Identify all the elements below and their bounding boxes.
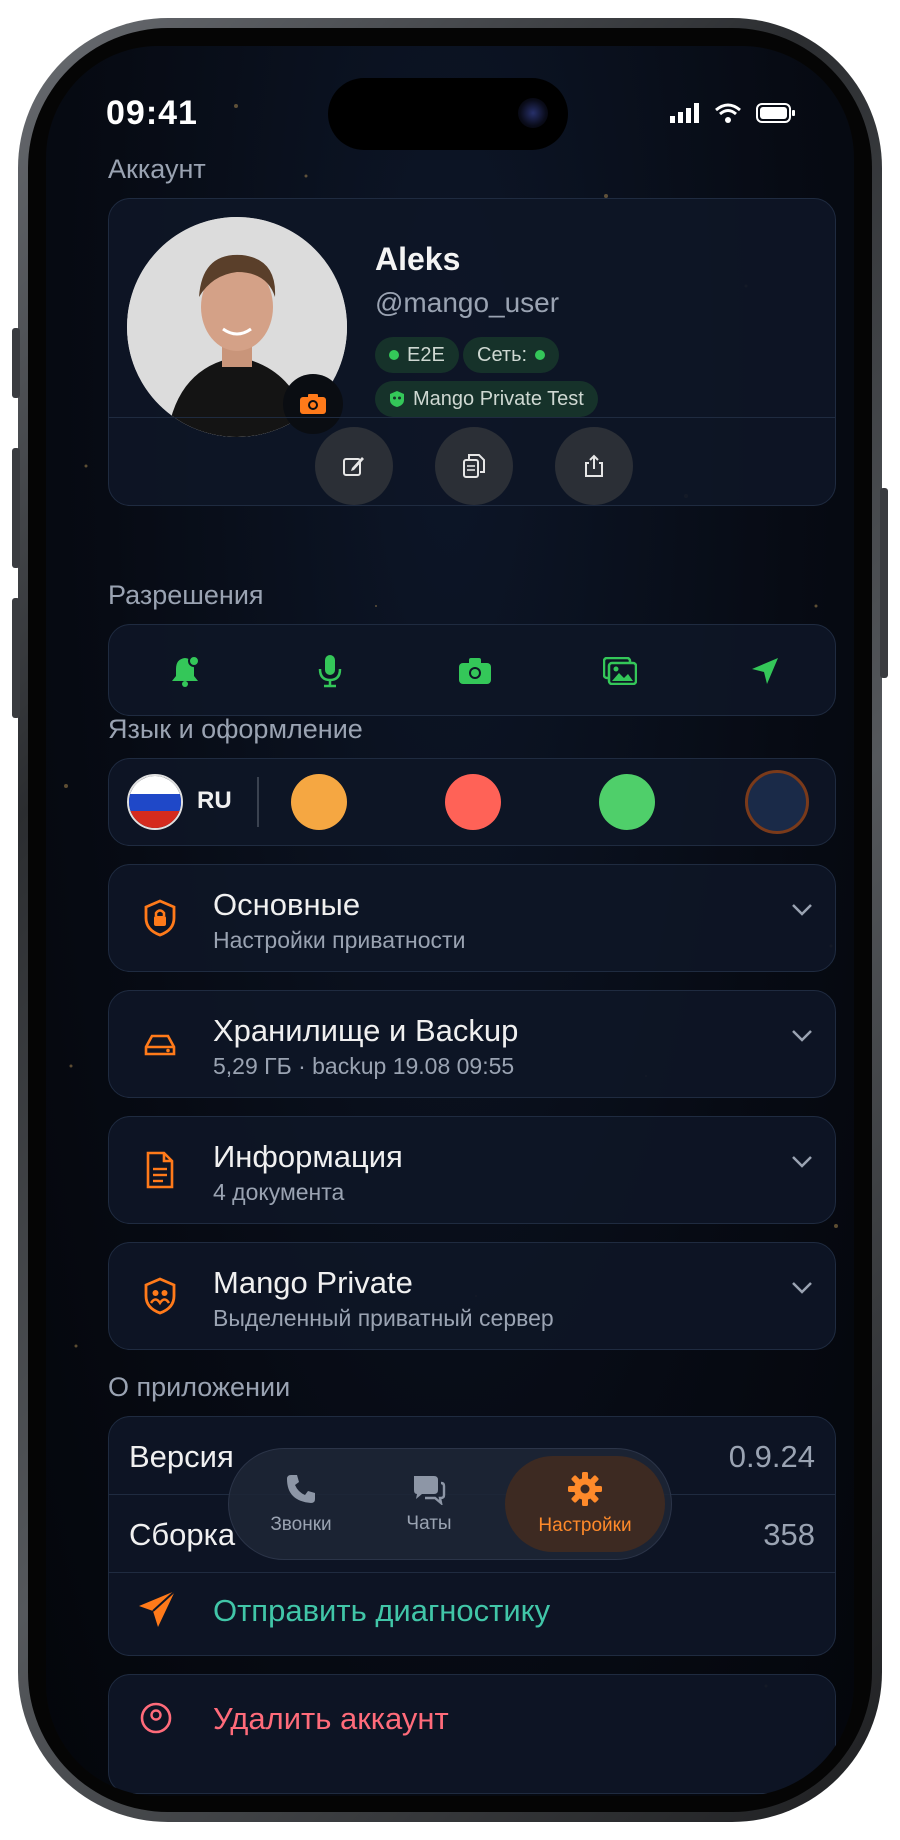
server-icon — [390, 391, 404, 407]
front-camera — [518, 98, 548, 128]
share-icon — [585, 454, 603, 477]
tab-label: Звонки — [270, 1514, 332, 1535]
section-title-appearance: Язык и оформление — [108, 714, 363, 744]
row-title: Mango Private — [213, 1265, 413, 1300]
microphone-icon — [318, 655, 342, 688]
chevron-down-icon — [792, 1282, 812, 1294]
camera-icon — [300, 394, 326, 414]
divider — [109, 1572, 835, 1573]
send-icon — [139, 1590, 176, 1627]
tab-calls[interactable]: Звонки — [231, 1449, 371, 1559]
edit-profile-button[interactable] — [315, 427, 393, 505]
profile-username: @mango_user — [375, 287, 560, 318]
theme-orange-swatch[interactable] — [291, 774, 347, 830]
camera-permission-button[interactable] — [451, 647, 499, 695]
document-icon — [137, 1147, 183, 1193]
notifications-permission-button[interactable] — [161, 647, 209, 695]
volume-up-button — [12, 448, 20, 568]
divider — [109, 417, 835, 418]
section-title-about: О приложении — [108, 1372, 291, 1402]
change-photo-button[interactable] — [283, 374, 343, 434]
wifi-icon — [715, 103, 741, 123]
location-arrow-icon — [752, 658, 778, 684]
tab-bar: Звонки Чаты Настройки — [228, 1448, 672, 1560]
location-permission-button[interactable] — [741, 647, 789, 695]
tab-chats[interactable]: Чаты — [359, 1449, 499, 1559]
battery-icon — [756, 103, 795, 123]
divider — [257, 777, 259, 827]
shield-lock-icon — [137, 895, 183, 941]
cellular-signal-icon — [670, 103, 699, 123]
row-subtitle: 4 документа — [213, 1179, 345, 1205]
server-badge: Mango Private Test — [375, 381, 598, 417]
build-value: 358 — [763, 1517, 815, 1552]
chevron-down-icon — [792, 1156, 812, 1168]
share-profile-button[interactable] — [555, 427, 633, 505]
copy-icon — [463, 454, 485, 478]
chevron-down-icon — [792, 904, 812, 916]
build-label: Сборка — [129, 1517, 236, 1552]
row-title: Хранилище и Backup — [213, 1013, 519, 1048]
private-server-icon — [137, 1273, 183, 1319]
network-label: Сеть: — [477, 343, 528, 366]
screen: 09:41 Аккаунт Aleks @mango_user E2E Сеть… — [46, 46, 854, 1796]
row-subtitle: 5,29 ГБ · backup 19.08 09:55 — [213, 1053, 515, 1079]
language-code[interactable]: RU — [197, 787, 232, 815]
row-subtitle: Выделенный приватный сервер — [213, 1305, 554, 1331]
russia-flag-icon — [129, 776, 181, 828]
gear-icon — [568, 1472, 602, 1506]
account-card: Aleks @mango_user E2E Сеть: Mango Privat… — [108, 198, 836, 506]
settings-row-general[interactable]: Основные Настройки приватности — [108, 864, 836, 972]
appearance-card: RU — [108, 758, 836, 846]
phone-icon — [287, 1475, 315, 1503]
power-button — [880, 488, 888, 678]
copy-username-button[interactable] — [435, 427, 513, 505]
storage-drive-icon — [137, 1021, 183, 1067]
settings-row-storage[interactable]: Хранилище и Backup 5,29 ГБ · backup 19.0… — [108, 990, 836, 1098]
tab-label: Чаты — [406, 1513, 452, 1534]
row-title: Информация — [213, 1139, 403, 1174]
permissions-card — [108, 624, 836, 716]
delete-account-card: Удалить аккаунт — [108, 1674, 836, 1794]
row-title: Основные — [213, 887, 361, 922]
photos-permission-button[interactable] — [596, 647, 644, 695]
settings-row-information[interactable]: Информация 4 документа — [108, 1116, 836, 1224]
theme-navy-swatch-selected[interactable] — [745, 770, 809, 834]
send-diagnostics-button[interactable]: Отправить диагностику — [213, 1593, 550, 1629]
server-label: Mango Private Test — [413, 387, 584, 410]
profile-name: Aleks — [375, 241, 461, 277]
version-label: Версия — [129, 1439, 234, 1474]
action-button — [12, 328, 20, 398]
network-badge: Сеть: — [463, 337, 560, 373]
camera-icon — [459, 658, 491, 684]
status-dot — [389, 350, 399, 360]
tab-settings[interactable]: Настройки — [505, 1456, 665, 1552]
e2e-label: E2E — [407, 343, 445, 366]
chevron-down-icon — [792, 1030, 812, 1042]
microphone-permission-button[interactable] — [306, 647, 354, 695]
edit-icon — [343, 457, 364, 476]
delete-account-button[interactable]: Удалить аккаунт — [213, 1701, 449, 1737]
theme-red-swatch[interactable] — [445, 774, 501, 830]
version-value: 0.9.24 — [728, 1439, 815, 1474]
settings-row-mango-private[interactable]: Mango Private Выделенный приватный серве… — [108, 1242, 836, 1350]
theme-green-swatch[interactable] — [599, 774, 655, 830]
language-flag-button[interactable] — [127, 774, 183, 830]
section-title-account: Аккаунт — [108, 154, 206, 184]
volume-down-button — [12, 598, 20, 718]
e2e-badge: E2E — [375, 337, 459, 373]
network-status-dot — [535, 350, 546, 360]
status-bar: 09:41 — [46, 46, 854, 156]
row-subtitle: Настройки приватности — [213, 927, 466, 953]
tab-label: Настройки — [538, 1515, 632, 1536]
clock: 09:41 — [106, 94, 198, 132]
bell-icon — [172, 655, 200, 687]
chats-icon — [414, 1476, 446, 1505]
section-title-permissions: Разрешения — [108, 580, 264, 610]
delete-user-icon — [140, 1702, 172, 1734]
photos-icon — [603, 657, 637, 685]
